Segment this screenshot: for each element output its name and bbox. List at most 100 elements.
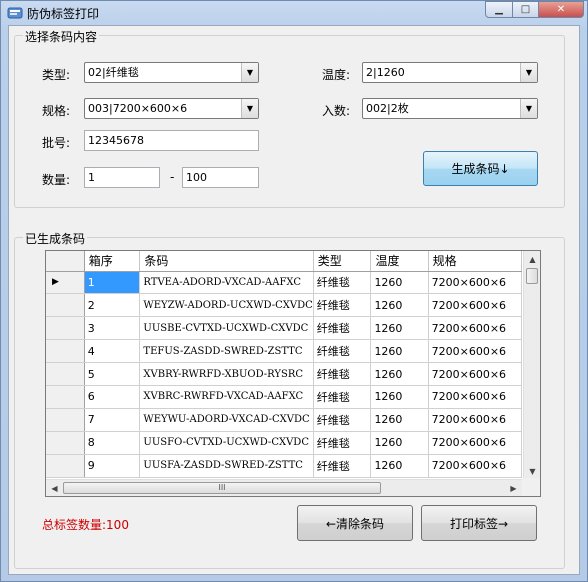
row-header[interactable] bbox=[46, 316, 85, 341]
table-row[interactable]: 8 UUSFO-CVTXD-UCXWD-CXVDC 纤维毯 1260 7200×600×… bbox=[46, 431, 522, 455]
table-row[interactable]: 5 XVBRY-RWRFD-XBUOD-RYSRC 纤维毯 1260 7200×600×… bbox=[46, 362, 522, 386]
type-label: 类型: bbox=[42, 68, 71, 82]
row-header[interactable] bbox=[46, 408, 85, 432]
row-header[interactable] bbox=[46, 385, 85, 409]
chevron-down-icon[interactable]: ▼ bbox=[520, 63, 537, 82]
cell-barcode[interactable]: XVBRC-RWRFD-VXCAD-AAFXC bbox=[139, 385, 314, 409]
cell-box-no[interactable]: 3 bbox=[84, 316, 141, 341]
cell-type[interactable]: 纤维毯 bbox=[313, 271, 372, 295]
cell-temp[interactable]: 1260 bbox=[370, 431, 429, 455]
chevron-down-icon[interactable]: ▼ bbox=[241, 99, 258, 118]
cell-box-no[interactable]: 1 bbox=[84, 271, 141, 295]
cell-box-no[interactable]: 7 bbox=[84, 408, 141, 432]
clear-button[interactable]: ←清除条码 bbox=[297, 505, 413, 541]
qty-label: 数量: bbox=[42, 173, 71, 187]
row-header[interactable]: ▶ bbox=[46, 271, 85, 295]
table-row[interactable]: 7 WEYWU-ADORD-VXCAD-CXVDC 纤维毯 1260 7200×600×… bbox=[46, 408, 522, 432]
chevron-down-icon[interactable]: ▼ bbox=[241, 63, 258, 82]
column-header-box-no[interactable]: 箱序 bbox=[84, 251, 141, 272]
vertical-scrollbar[interactable]: ▲ ▼ bbox=[523, 251, 540, 480]
barcode-content-group: 选择条码内容 类型: 02|纤维毯 ▼ 温度: 2|1260 ▼ 规格: 003… bbox=[14, 28, 565, 208]
type-select[interactable]: 02|纤维毯 ▼ bbox=[84, 62, 259, 83]
cell-box-no[interactable]: 8 bbox=[84, 431, 141, 455]
row-header[interactable] bbox=[46, 339, 85, 364]
cell-box-no[interactable]: 4 bbox=[84, 339, 141, 364]
cell-temp[interactable]: 1260 bbox=[370, 339, 429, 364]
title-bar[interactable]: 防伪标签打印 ▁ □ ✕ bbox=[1, 1, 587, 25]
count-select[interactable]: 002|2枚 ▼ bbox=[362, 98, 538, 119]
table-row[interactable]: 9 UUSFA-ZASDD-SWRED-ZSTTC 纤维毯 1260 7200×600×… bbox=[46, 454, 522, 478]
table-row[interactable]: 4 TEFUS-ZASDD-SWRED-ZSTTC 纤维毯 1260 7200×600×… bbox=[46, 339, 522, 364]
cell-spec[interactable]: 7200×600×6 bbox=[428, 454, 522, 478]
column-header-type[interactable]: 类型 bbox=[313, 251, 372, 272]
cell-box-no[interactable]: 9 bbox=[84, 454, 141, 478]
cell-spec[interactable]: 7200×600×6 bbox=[428, 271, 522, 295]
cell-temp[interactable]: 1260 bbox=[370, 454, 429, 478]
cell-temp[interactable]: 1260 bbox=[370, 408, 429, 432]
cell-temp[interactable]: 1260 bbox=[370, 293, 429, 318]
cell-temp[interactable]: 1260 bbox=[370, 271, 429, 295]
cell-spec[interactable]: 7200×600×6 bbox=[428, 385, 522, 409]
qty-from-input[interactable]: 1 bbox=[84, 167, 160, 188]
cell-spec[interactable]: 7200×600×6 bbox=[428, 408, 522, 432]
cell-barcode[interactable]: WEYZW-ADORD-UCXWD-CXVDC bbox=[139, 293, 314, 318]
scroll-right-icon[interactable]: ▶ bbox=[505, 480, 522, 496]
batch-input[interactable]: 12345678 bbox=[84, 130, 259, 151]
row-header[interactable] bbox=[46, 431, 85, 455]
table-row[interactable]: 6 XVBRC-RWRFD-VXCAD-AAFXC 纤维毯 1260 7200×600×… bbox=[46, 385, 522, 409]
row-header[interactable] bbox=[46, 362, 85, 386]
maximize-button[interactable]: □ bbox=[512, 1, 539, 18]
cell-barcode[interactable]: RTVEA-ADORD-VXCAD-AAFXC bbox=[139, 271, 314, 295]
scroll-left-icon[interactable]: ◀ bbox=[46, 480, 63, 496]
cell-type[interactable]: 纤维毯 bbox=[313, 293, 372, 318]
cell-type[interactable]: 纤维毯 bbox=[313, 385, 372, 409]
cell-temp[interactable]: 1260 bbox=[370, 385, 429, 409]
minimize-button[interactable]: ▁ bbox=[485, 1, 513, 18]
table-row[interactable]: 2 WEYZW-ADORD-UCXWD-CXVDC 纤维毯 1260 7200×600×… bbox=[46, 293, 522, 318]
cell-type[interactable]: 纤维毯 bbox=[313, 339, 372, 364]
barcode-grid[interactable]: 箱序 条码 类型 温度 规格 ▶ 1 RTVEA-ADORD-VXCAD-AAFXC… bbox=[45, 250, 541, 497]
cell-type[interactable]: 纤维毯 bbox=[313, 431, 372, 455]
cell-temp[interactable]: 1260 bbox=[370, 362, 429, 386]
column-header-temp[interactable]: 温度 bbox=[370, 251, 429, 272]
cell-box-no[interactable]: 2 bbox=[84, 293, 141, 318]
cell-barcode[interactable]: WEYWU-ADORD-VXCAD-CXVDC bbox=[139, 408, 314, 432]
column-header-spec[interactable]: 规格 bbox=[428, 251, 522, 272]
cell-temp[interactable]: 1260 bbox=[370, 316, 429, 341]
temp-select[interactable]: 2|1260 ▼ bbox=[362, 62, 538, 83]
cell-type[interactable]: 纤维毯 bbox=[313, 408, 372, 432]
cell-barcode[interactable]: UUSFA-ZASDD-SWRED-ZSTTC bbox=[139, 454, 314, 478]
cell-spec[interactable]: 7200×600×6 bbox=[428, 431, 522, 455]
table-row[interactable]: 3 UUSBE-CVTXD-UCXWD-CXVDC 纤维毯 1260 7200×600×… bbox=[46, 316, 522, 341]
scroll-thumb[interactable] bbox=[526, 268, 538, 284]
cell-barcode[interactable]: UUSBE-CVTXD-UCXWD-CXVDC bbox=[139, 316, 314, 341]
spec-select[interactable]: 003|7200×600×6 ▼ bbox=[84, 98, 259, 119]
row-header[interactable] bbox=[46, 293, 85, 318]
cell-spec[interactable]: 7200×600×6 bbox=[428, 362, 522, 386]
cell-box-no[interactable]: 5 bbox=[84, 362, 141, 386]
cell-type[interactable]: 纤维毯 bbox=[313, 362, 372, 386]
cell-barcode[interactable]: XVBRY-RWRFD-XBUOD-RYSRC bbox=[139, 362, 314, 386]
cell-spec[interactable]: 7200×600×6 bbox=[428, 339, 522, 364]
cell-spec[interactable]: 7200×600×6 bbox=[428, 316, 522, 341]
cell-type[interactable]: 纤维毯 bbox=[313, 316, 372, 341]
column-header-barcode[interactable]: 条码 bbox=[139, 251, 314, 272]
print-button[interactable]: 打印标签→ bbox=[421, 505, 537, 541]
cell-box-no[interactable]: 6 bbox=[84, 385, 141, 409]
table-row[interactable]: ▶ 1 RTVEA-ADORD-VXCAD-AAFXC 纤维毯 1260 7200×600… bbox=[46, 271, 522, 295]
cell-spec[interactable]: 7200×600×6 bbox=[428, 293, 522, 318]
cell-type[interactable]: 纤维毯 bbox=[313, 454, 372, 478]
count-label: 入数: bbox=[322, 104, 351, 118]
scroll-thumb[interactable]: III bbox=[63, 482, 381, 494]
row-header[interactable] bbox=[46, 454, 85, 478]
total-count-label: 总标签数量:100 bbox=[42, 518, 129, 532]
scroll-up-icon[interactable]: ▲ bbox=[524, 251, 540, 268]
close-button[interactable]: ✕ bbox=[538, 1, 584, 18]
qty-to-input[interactable]: 100 bbox=[182, 167, 259, 188]
chevron-down-icon[interactable]: ▼ bbox=[520, 99, 537, 118]
horizontal-scrollbar[interactable]: ◀ III ▶ bbox=[46, 479, 522, 496]
generate-button[interactable]: 生成条码↓ bbox=[423, 151, 538, 186]
cell-barcode[interactable]: TEFUS-ZASDD-SWRED-ZSTTC bbox=[139, 339, 314, 364]
cell-barcode[interactable]: UUSFO-CVTXD-UCXWD-CXVDC bbox=[139, 431, 314, 455]
type-select-value: 02|纤维毯 bbox=[88, 66, 139, 79]
